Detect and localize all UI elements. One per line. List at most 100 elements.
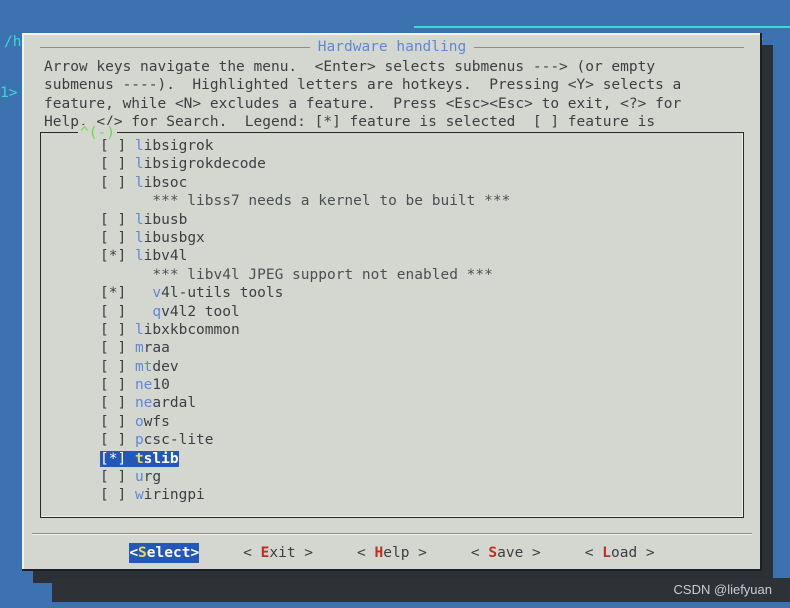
- checkbox-mark[interactable]: [ ]: [100, 359, 126, 375]
- checkbox-mark[interactable]: [ ]: [100, 395, 126, 411]
- load-button[interactable]: < Load >: [585, 543, 655, 563]
- hotkey-letter: l: [134, 174, 144, 191]
- button-label: elect: [146, 545, 191, 561]
- breadcrumb-rule: [414, 26, 790, 28]
- list-item-content: [ ] libusbgx: [100, 230, 205, 246]
- dialog-bevel-bottom: [22, 569, 762, 571]
- list-item-indent: [126, 487, 135, 503]
- list-item[interactable]: [*] tslib: [42, 450, 742, 468]
- checkbox-mark[interactable]: [ ]: [100, 175, 126, 191]
- button-suffix: >: [637, 545, 655, 561]
- hotkey-letter: w: [134, 487, 144, 504]
- hotkey-letter: t: [134, 450, 144, 467]
- button-prefix: <: [584, 545, 603, 561]
- list-comment: *** libss7 needs a kernel to be built **…: [100, 193, 511, 210]
- button-label: xit: [269, 545, 296, 561]
- list-item-label: 4l-utils tools: [161, 285, 284, 302]
- list-item-content: [ ] libxkbcommon: [100, 322, 240, 338]
- list-item-label: ibsigrok: [143, 138, 214, 154]
- list-item[interactable]: [ ] libusb: [42, 211, 742, 229]
- checkbox-mark[interactable]: [*]: [100, 285, 126, 301]
- checkbox-mark[interactable]: [ ]: [100, 156, 126, 172]
- hotkey-letter: l: [134, 321, 144, 338]
- list-item[interactable]: [ ] pcsc-lite: [42, 431, 742, 449]
- menuconfig-dialog: Hardware handling Arrow keys navigate th…: [22, 33, 762, 571]
- checkbox-mark[interactable]: [ ]: [100, 414, 126, 430]
- button-suffix: >: [295, 545, 314, 561]
- list-item-content: [ ] pcsc-lite: [100, 432, 214, 448]
- list-item-content: [ ] neardal: [100, 395, 196, 411]
- checkbox-mark[interactable]: [ ]: [100, 377, 126, 393]
- button-suffix: >: [523, 545, 541, 561]
- checkbox-mark[interactable]: [ ]: [100, 230, 126, 246]
- hotkey-letter: q: [152, 303, 162, 320]
- button-suffix: >: [409, 545, 427, 561]
- button-suffix: >: [190, 545, 200, 561]
- checkbox-mark[interactable]: [ ]: [100, 304, 126, 320]
- list-item[interactable]: [ ] mtdev: [42, 358, 742, 376]
- dialog-button-bar: <Select> < Exit > < Help > < Save > < Load >: [22, 541, 762, 565]
- hotkey-letter: v: [152, 285, 162, 302]
- checkbox-mark[interactable]: [*]: [100, 451, 126, 467]
- checkbox-mark[interactable]: [*]: [100, 248, 126, 264]
- help-line: Arrow keys navigate the menu. <Enter> se…: [44, 59, 656, 75]
- checkbox-mark[interactable]: [ ]: [100, 487, 126, 503]
- list-item-label: ibsoc: [143, 174, 188, 191]
- hotkey-letter: ne: [134, 377, 153, 394]
- list-item-content: [ ] libusb: [100, 212, 187, 228]
- list-item[interactable]: [ ] neardal: [42, 394, 742, 412]
- list-item-indent: [126, 395, 135, 411]
- list-item-label: raa: [143, 340, 170, 357]
- list-item[interactable]: [ ] libusbgx: [42, 229, 742, 247]
- list-item-indent: [126, 230, 135, 246]
- list-item[interactable]: [ ] libsigrokdecode: [42, 155, 742, 173]
- list-item[interactable]: [*] libv4l: [42, 247, 742, 265]
- help-line: Help, </> for Search. Legend: [*] featur…: [44, 114, 656, 131]
- list-item[interactable]: [ ] ne10: [42, 376, 742, 394]
- list-item-indent: [126, 322, 135, 338]
- list-item[interactable]: [ ] mraa: [42, 339, 742, 357]
- package-list[interactable]: [ ] libsigrok[ ] libsigrokdecode[ ] libs…: [42, 137, 742, 515]
- dialog-bevel-top: [22, 33, 762, 35]
- select-button[interactable]: <Select>: [129, 543, 200, 563]
- help-line: submenus ----). Highlighted letters are …: [44, 77, 682, 94]
- list-item-indent: [126, 432, 135, 448]
- list-item-label: ibusb: [143, 211, 188, 228]
- list-item[interactable]: [ ] libsigrok: [42, 137, 742, 155]
- checkbox-mark[interactable]: [ ]: [100, 340, 126, 356]
- list-item-indent: [126, 359, 135, 375]
- checkbox-mark[interactable]: [ ]: [100, 138, 126, 154]
- hotkey-letter: u: [134, 469, 144, 486]
- button-hotkey: H: [374, 545, 384, 561]
- checkbox-mark[interactable]: [ ]: [100, 469, 126, 485]
- button-label: elp: [383, 545, 410, 561]
- button-hotkey: S: [488, 545, 498, 561]
- list-item[interactable]: [ ] owfs: [42, 413, 742, 431]
- list-item-content: [ ] wiringpi: [100, 487, 205, 503]
- list-item[interactable]: [ ] libxkbcommon: [42, 321, 742, 339]
- list-item[interactable]: [ ] urg: [42, 468, 742, 486]
- hotkey-letter: l: [134, 211, 144, 228]
- hotkey-letter: l: [134, 156, 144, 173]
- list-item-label: iringpi: [143, 487, 205, 504]
- list-comment: *** libv4l JPEG support not enabled ***: [100, 266, 493, 283]
- list-item[interactable]: [ ] qv4l2 tool: [42, 303, 742, 321]
- save-button[interactable]: < Save >: [471, 543, 541, 563]
- watermark-text: CSDN @liefyuan: [673, 582, 772, 597]
- list-item-label: v4l2 tool: [161, 303, 240, 320]
- checkbox-mark[interactable]: [ ]: [100, 432, 126, 448]
- list-item-label: 10: [152, 377, 170, 394]
- list-item-indent: [126, 304, 152, 320]
- hotkey-letter: p: [134, 432, 144, 449]
- list-item[interactable]: [*] v4l-utils tools: [42, 284, 742, 302]
- list-item-label: wfs: [143, 413, 170, 430]
- dialog-bevel-left: [22, 33, 24, 571]
- checkbox-mark[interactable]: [ ]: [100, 322, 126, 338]
- list-item-indent: [126, 138, 135, 154]
- list-item[interactable]: [ ] wiringpi: [42, 486, 742, 504]
- checkbox-mark[interactable]: [ ]: [100, 212, 126, 228]
- button-prefix: <: [357, 545, 375, 561]
- exit-button[interactable]: < Exit >: [243, 543, 313, 563]
- list-item[interactable]: [ ] libsoc: [42, 174, 742, 192]
- help-button[interactable]: < Help >: [357, 543, 427, 563]
